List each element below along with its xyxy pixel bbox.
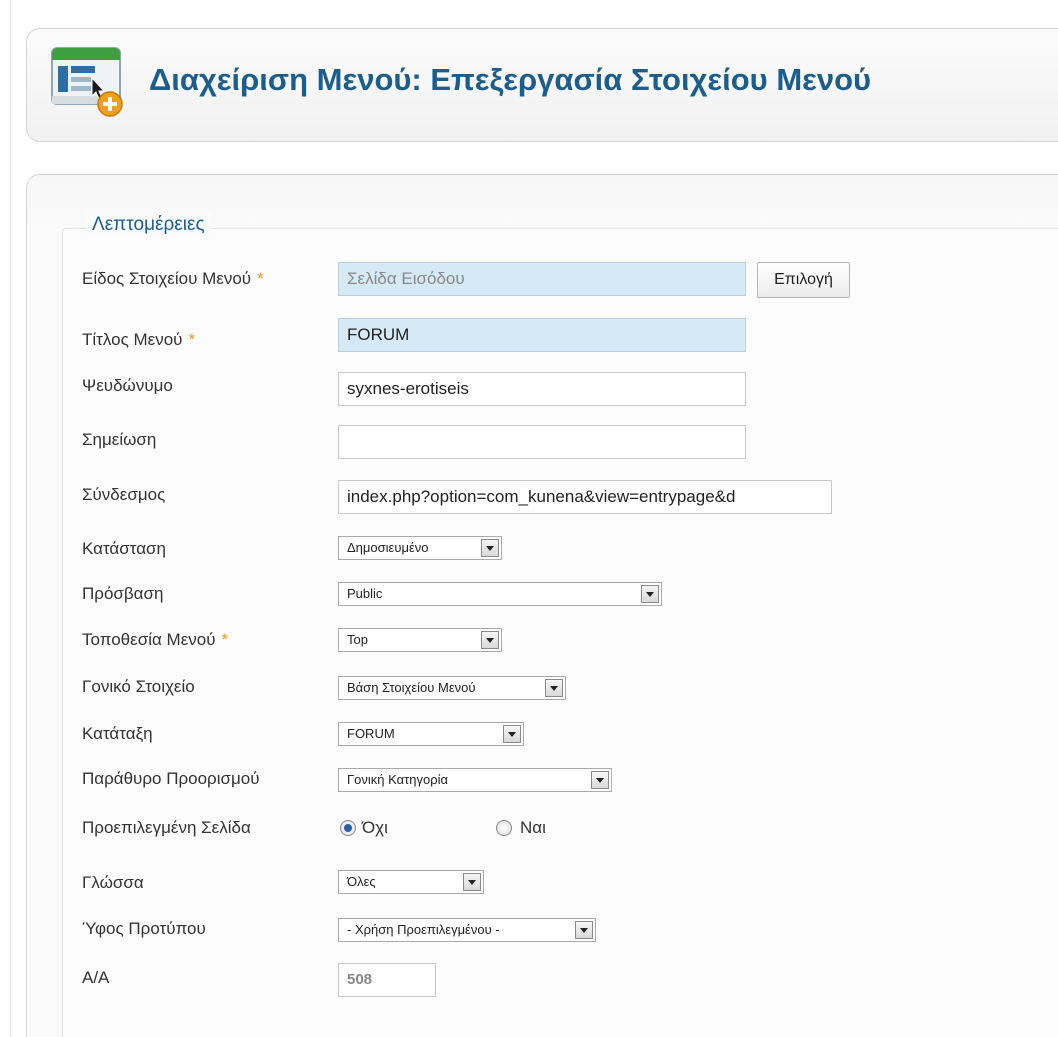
default-page-yes-label: Ναι <box>520 818 546 837</box>
menu-item-edit-icon <box>51 47 123 117</box>
default-page-no-label: Όχι <box>362 818 388 837</box>
select-type-button[interactable]: Επιλογή <box>757 262 850 298</box>
chevron-down-icon <box>575 921 593 939</box>
id-label: Α/Α <box>82 968 110 987</box>
status-select[interactable]: Δημοσιευμένο <box>338 536 502 560</box>
access-label: Πρόσβαση <box>82 584 164 603</box>
language-value: Όλες <box>347 874 376 889</box>
default-page-label: Προεπιλεγμένη Σελίδα <box>82 818 251 837</box>
access-value: Public <box>347 586 383 601</box>
ordering-select[interactable]: FORUM <box>338 722 524 746</box>
fieldset-legend: Λεπτομέρειες <box>86 212 211 238</box>
type-label: Είδος Στοιχείου Μενού * <box>82 269 264 288</box>
alias-label: Ψευδώνυμο <box>82 376 173 395</box>
status-value: Δημοσιευμένο <box>347 540 429 555</box>
link-input[interactable]: index.php?option=com_kunena&view=entrypa… <box>338 480 832 514</box>
language-select[interactable]: Όλες <box>338 870 484 894</box>
alias-input[interactable]: syxnes-erotiseis <box>338 372 746 406</box>
left-border <box>10 0 11 1037</box>
menu-title-input[interactable]: FORUM <box>338 318 746 352</box>
ordering-label: Κατάταξη <box>82 724 153 743</box>
required-marker: * <box>221 630 229 649</box>
chevron-down-icon <box>641 585 659 603</box>
template-style-select[interactable]: - Χρήση Προεπιλεγμένου - <box>338 918 596 942</box>
target-window-select[interactable]: Γονική Κατηγορία <box>338 768 612 792</box>
required-marker: * <box>257 269 264 288</box>
note-input[interactable] <box>338 425 746 459</box>
note-label: Σημείωση <box>82 430 157 449</box>
page-title: Διαχείριση Μενού: Επεξεργασία Στοιχείου … <box>149 62 872 97</box>
id-field: 508 <box>338 963 436 997</box>
menu-location-value: Top <box>347 632 368 647</box>
required-marker: * <box>188 330 196 349</box>
parent-select[interactable]: Βάση Στοιχείου Μενού <box>338 676 566 700</box>
default-page-no-radio[interactable] <box>340 820 356 836</box>
status-label: Κατάσταση <box>82 539 167 558</box>
chevron-down-icon <box>545 679 563 697</box>
menu-item-type-field: Σελίδα Εισόδου <box>338 262 746 296</box>
title-label: Τίτλος Μενού * <box>82 330 196 349</box>
chevron-down-icon <box>481 539 499 557</box>
parent-value: Βάση Στοιχείου Μενού <box>347 680 476 695</box>
template-style-value: - Χρήση Προεπιλεγμένου - <box>347 922 500 937</box>
menu-location-select[interactable]: Top <box>338 628 502 652</box>
language-label: Γλώσσα <box>82 873 144 892</box>
link-label: Σύνδεσμος <box>82 485 166 504</box>
template-style-label: Ύφος Προτύπου <box>82 919 206 938</box>
parent-label: Γονικό Στοιχείο <box>82 677 195 696</box>
chevron-down-icon <box>463 873 481 891</box>
chevron-down-icon <box>481 631 499 649</box>
menu-location-label: Τοποθεσία Μενού * <box>82 630 229 649</box>
default-page-yes-radio[interactable] <box>496 820 512 836</box>
ordering-value: FORUM <box>347 726 395 741</box>
chevron-down-icon <box>503 725 521 743</box>
access-select[interactable]: Public <box>338 582 662 606</box>
target-window-label: Παράθυρο Προορισμού <box>82 769 260 788</box>
target-window-value: Γονική Κατηγορία <box>347 772 449 787</box>
chevron-down-icon <box>591 771 609 789</box>
